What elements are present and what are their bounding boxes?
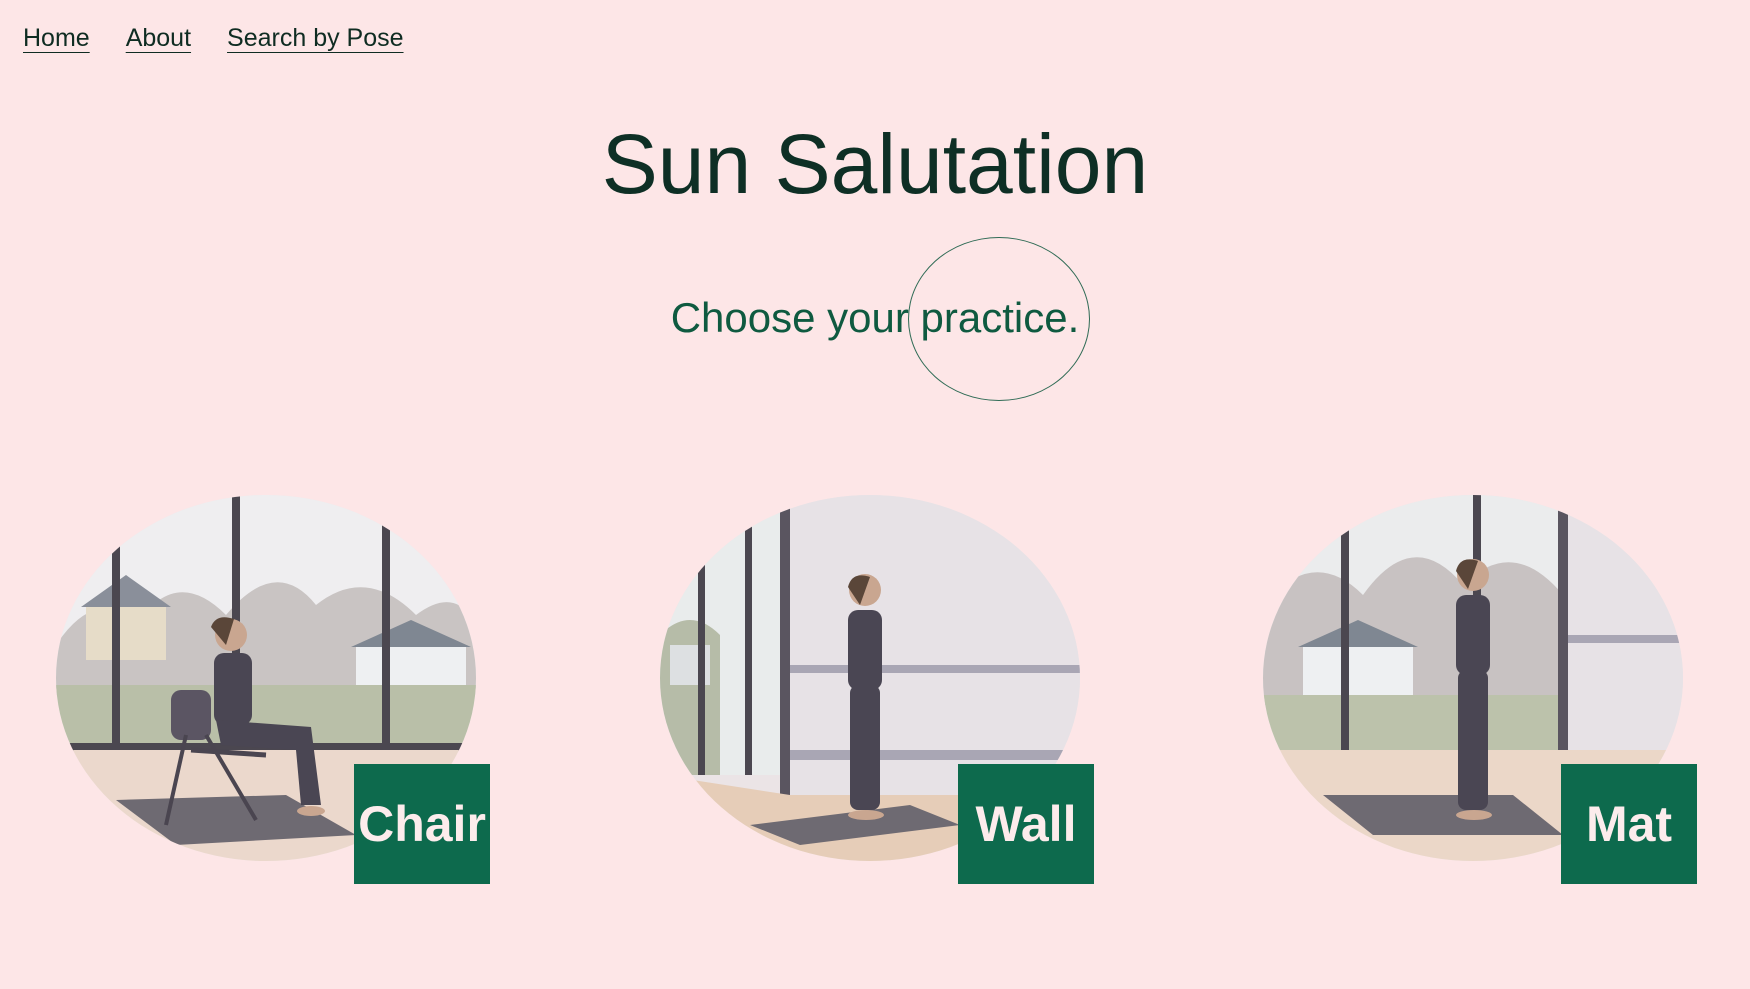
practice-card-mat[interactable]: Mat	[1263, 495, 1701, 885]
decorative-circle	[908, 237, 1090, 401]
page-subtitle: Choose your practice.	[670, 294, 1080, 341]
practice-card-wall[interactable]: Wall	[660, 495, 1098, 885]
chair-option-label[interactable]: Chair	[354, 764, 490, 884]
mat-option-label[interactable]: Mat	[1561, 764, 1697, 884]
top-nav: Home About Search by Pose	[23, 24, 404, 53]
nav-home-link[interactable]: Home	[23, 24, 90, 53]
wall-option-label[interactable]: Wall	[958, 764, 1094, 884]
practice-card-chair[interactable]: Chair	[56, 495, 494, 885]
page-title: Sun Salutation	[601, 117, 1149, 211]
nav-search-by-pose-link[interactable]: Search by Pose	[227, 24, 404, 53]
nav-about-link[interactable]: About	[126, 24, 191, 53]
